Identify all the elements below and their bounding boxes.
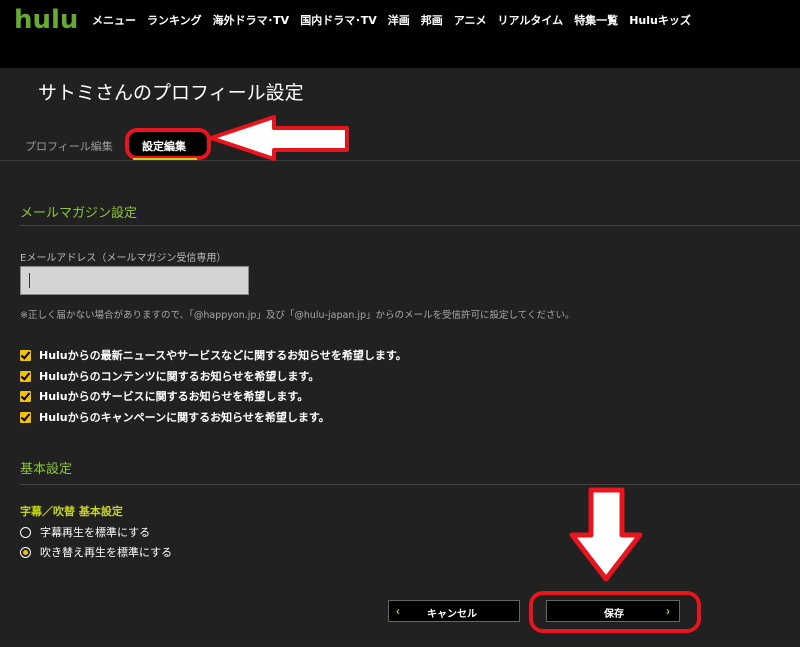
checkbox-row-news[interactable]: Huluからの最新ニュースやサービスなどに関するお知らせを希望します。 [20,347,407,363]
tab-settings-edit[interactable]: 設定編集 [125,128,211,160]
nav-item-domestic-drama[interactable]: 国内ドラマ･TV [300,12,377,28]
radio-unselected-icon[interactable] [20,526,31,538]
chevron-right-icon: › [666,604,670,618]
mail-section-heading: メールマガジン設定 [20,206,138,221]
checkbox-checked-icon[interactable] [20,349,31,361]
checkbox-row-content[interactable]: Huluからのコンテンツに関するお知らせを希望します。 [20,368,319,384]
checkbox-checked-icon[interactable] [20,411,31,423]
nav-item-menu[interactable]: メニュー [92,12,136,28]
email-note: ※正しく届かない場合がありますので、「@happyon.jp」及び「@hulu-… [20,310,575,321]
checkbox-label: Huluからのサービスに関するお知らせを希望します。 [39,390,309,403]
radio-label: 字幕再生を標準にする [40,526,151,539]
save-button[interactable]: 保存 › [546,600,680,622]
page-title: サトミさんのプロフィール設定 [38,82,304,104]
tabs-divider [0,160,800,161]
nav-item-japanese-movies[interactable]: 邦画 [421,12,443,28]
checkbox-checked-icon[interactable] [20,390,31,402]
mail-section-divider [20,225,800,226]
cancel-button[interactable]: ‹ キャンセル [388,600,520,622]
radio-row-dubbed[interactable]: 吹き替え再生を標準にする [20,544,172,560]
basic-section-heading: 基本設定 [20,462,73,477]
radio-row-subtitles[interactable]: 字幕再生を標準にする [20,524,150,540]
subtitle-dub-heading: 字幕／吹替 基本設定 [20,505,123,518]
checkbox-label: Huluからの最新ニュースやサービスなどに関するお知らせを希望します。 [39,349,407,362]
email-field[interactable] [20,266,249,295]
chevron-left-icon: ‹ [396,604,400,618]
radio-label: 吹き替え再生を標準にする [40,546,173,559]
cancel-button-label: キャンセル [427,609,477,620]
tab-profile-edit[interactable]: プロフィール編集 [25,138,113,154]
nav-item-anime[interactable]: アニメ [454,12,487,28]
checkbox-label: Huluからのコンテンツに関するお知らせを希望します。 [39,370,320,383]
tab-settings-edit-label: 設定編集 [142,140,186,153]
text-cursor [29,273,30,288]
checkbox-row-campaign[interactable]: Huluからのキャンペーンに関するお知らせを希望します。 [20,409,330,425]
nav-item-ranking[interactable]: ランキング [147,12,202,28]
nav-item-overseas-drama[interactable]: 海外ドラマ･TV [213,12,290,28]
radio-selected-icon[interactable] [20,546,31,558]
email-field-label: Eメールアドレス（メールマガジン受信専用） [20,253,227,264]
nav-item-kids[interactable]: Huluキッズ [629,12,691,28]
red-arrow-left-icon [209,115,349,161]
save-button-label: 保存 [604,609,624,620]
nav-item-features[interactable]: 特集一覧 [574,12,618,28]
nav-item-realtime[interactable]: リアルタイム [498,12,564,28]
profile-tabs: プロフィール編集 設定編集 [0,128,800,160]
checkbox-row-service[interactable]: Huluからのサービスに関するお知らせを希望します。 [20,388,308,404]
basic-section-divider [20,484,800,485]
hulu-logo[interactable]: hulu [14,5,78,35]
checkbox-label: Huluからのキャンペーンに関するお知らせを希望します。 [39,411,330,424]
checkbox-checked-icon[interactable] [20,370,31,382]
nav-item-western-movies[interactable]: 洋画 [388,12,410,28]
site-header: hulu メニュー ランキング 海外ドラマ･TV 国内ドラマ･TV 洋画 邦画 … [0,0,800,68]
red-arrow-down-icon [569,487,643,582]
main-nav: メニュー ランキング 海外ドラマ･TV 国内ドラマ･TV 洋画 邦画 アニメ リ… [92,12,702,28]
